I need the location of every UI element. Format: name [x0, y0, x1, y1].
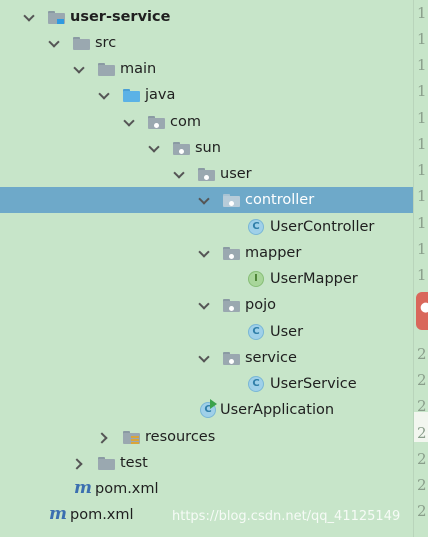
chevron-down-icon[interactable] [197, 345, 211, 371]
breakpoint-marker[interactable]: ● [416, 292, 428, 330]
tree-node-label: user-service [70, 9, 171, 25]
line-number: 1 [417, 214, 427, 232]
tree-node-usercontroller[interactable]: C UserController [0, 214, 413, 240]
tree-node-java[interactable]: java [0, 82, 413, 108]
tree-node-sun[interactable]: sun [0, 135, 413, 161]
tree-node-label: controller [245, 192, 315, 208]
line-number: 2 [417, 424, 427, 442]
tree-node-label: UserApplication [220, 402, 335, 418]
package-icon [148, 116, 165, 129]
tree-node-label: resources [145, 429, 216, 445]
interface-icon: I [248, 271, 264, 287]
tree-node-label: java [145, 87, 176, 103]
tree-node-test[interactable]: test [0, 450, 413, 476]
chevron-right-icon[interactable] [97, 424, 111, 450]
tree-node-module-pom[interactable]: m pom.xml [0, 476, 413, 502]
class-icon: C [248, 376, 264, 392]
tree-node-label: UserController [270, 219, 375, 235]
folder-icon [73, 37, 90, 50]
tree-node-label: pojo [245, 297, 276, 313]
package-icon [173, 142, 190, 155]
tree-node-pojo[interactable]: pojo [0, 292, 413, 318]
watermark: https://blog.csdn.net/qq_41125149 [172, 509, 401, 524]
maven-icon: m [74, 478, 92, 498]
tree-node-label: pom.xml [95, 481, 159, 497]
line-number: 2 [417, 450, 427, 468]
tree-node-label: UserService [270, 376, 357, 392]
tree-node-controller[interactable]: controller [0, 187, 413, 213]
tree-node-userservice[interactable]: C UserService [0, 371, 413, 397]
chevron-down-icon[interactable] [122, 109, 136, 135]
tree-node-label: com [170, 114, 201, 130]
line-number: 1 [417, 4, 427, 22]
line-number: 2 [417, 345, 427, 363]
package-icon [223, 352, 240, 365]
tree-node-src[interactable]: src [0, 30, 413, 56]
project-tree: user-service src main java com sun user [0, 0, 413, 537]
class-icon: C [248, 324, 264, 340]
chevron-down-icon[interactable] [22, 4, 36, 30]
tree-node-resources[interactable]: resources [0, 424, 413, 450]
line-number: 1 [417, 56, 427, 74]
chevron-down-icon[interactable] [197, 292, 211, 318]
tree-node-label: mapper [245, 245, 302, 261]
line-number: 2 [417, 397, 427, 415]
line-number: 1 [417, 266, 427, 284]
tree-node-user[interactable]: user [0, 161, 413, 187]
tree-node-usermapper[interactable]: I UserMapper [0, 266, 413, 292]
line-number: 1 [417, 240, 427, 258]
package-icon [223, 299, 240, 312]
module-folder-icon [48, 11, 65, 24]
package-icon [198, 168, 215, 181]
tree-node-label: pom.xml [70, 507, 134, 523]
tree-node-service[interactable]: service [0, 345, 413, 371]
tree-node-main[interactable]: main [0, 56, 413, 82]
tree-node-label: src [95, 35, 117, 51]
line-number: 2 [417, 502, 427, 520]
line-number: 1 [417, 82, 427, 100]
tree-node-label: user [220, 166, 252, 182]
tree-node-label: test [120, 455, 148, 471]
maven-icon: m [49, 504, 67, 524]
chevron-down-icon[interactable] [197, 187, 211, 213]
tree-node-label: sun [195, 140, 221, 156]
package-icon [223, 247, 240, 260]
line-number: 1 [417, 135, 427, 153]
source-folder-icon [123, 89, 140, 102]
spring-boot-app-icon: C [200, 399, 217, 418]
line-number: 1 [417, 30, 427, 48]
editor-gutter: 1 1 1 1 1 1 1 1 1 1 1 ● 2 2 2 2 2 2 2 [413, 0, 428, 537]
tree-node-com[interactable]: com [0, 109, 413, 135]
chevron-down-icon[interactable] [172, 161, 186, 187]
chevron-down-icon[interactable] [97, 82, 111, 108]
chevron-down-icon[interactable] [147, 135, 161, 161]
folder-icon [98, 63, 115, 76]
line-number: 2 [417, 371, 427, 389]
run-icon [210, 399, 217, 409]
package-icon [223, 194, 240, 207]
chevron-right-icon[interactable] [72, 450, 86, 476]
tree-node-user-class[interactable]: C User [0, 319, 413, 345]
chevron-down-icon[interactable] [47, 30, 61, 56]
folder-icon [98, 457, 115, 470]
line-number: 1 [417, 161, 427, 179]
line-number: 1 [417, 187, 427, 205]
chevron-down-icon[interactable] [72, 56, 86, 82]
tree-node-label: service [245, 350, 297, 366]
error-marker-icon: ● [420, 300, 428, 315]
tree-node-label: UserMapper [270, 271, 358, 287]
line-number: 1 [417, 109, 427, 127]
tree-node-user-service[interactable]: user-service [0, 4, 413, 30]
resources-folder-icon [123, 431, 140, 444]
tree-node-label: main [120, 61, 157, 77]
tree-node-label: User [270, 324, 304, 340]
chevron-down-icon[interactable] [197, 240, 211, 266]
tree-node-userapplication[interactable]: C UserApplication [0, 397, 413, 423]
line-number: 2 [417, 476, 427, 494]
tree-node-mapper[interactable]: mapper [0, 240, 413, 266]
class-icon: C [248, 219, 264, 235]
